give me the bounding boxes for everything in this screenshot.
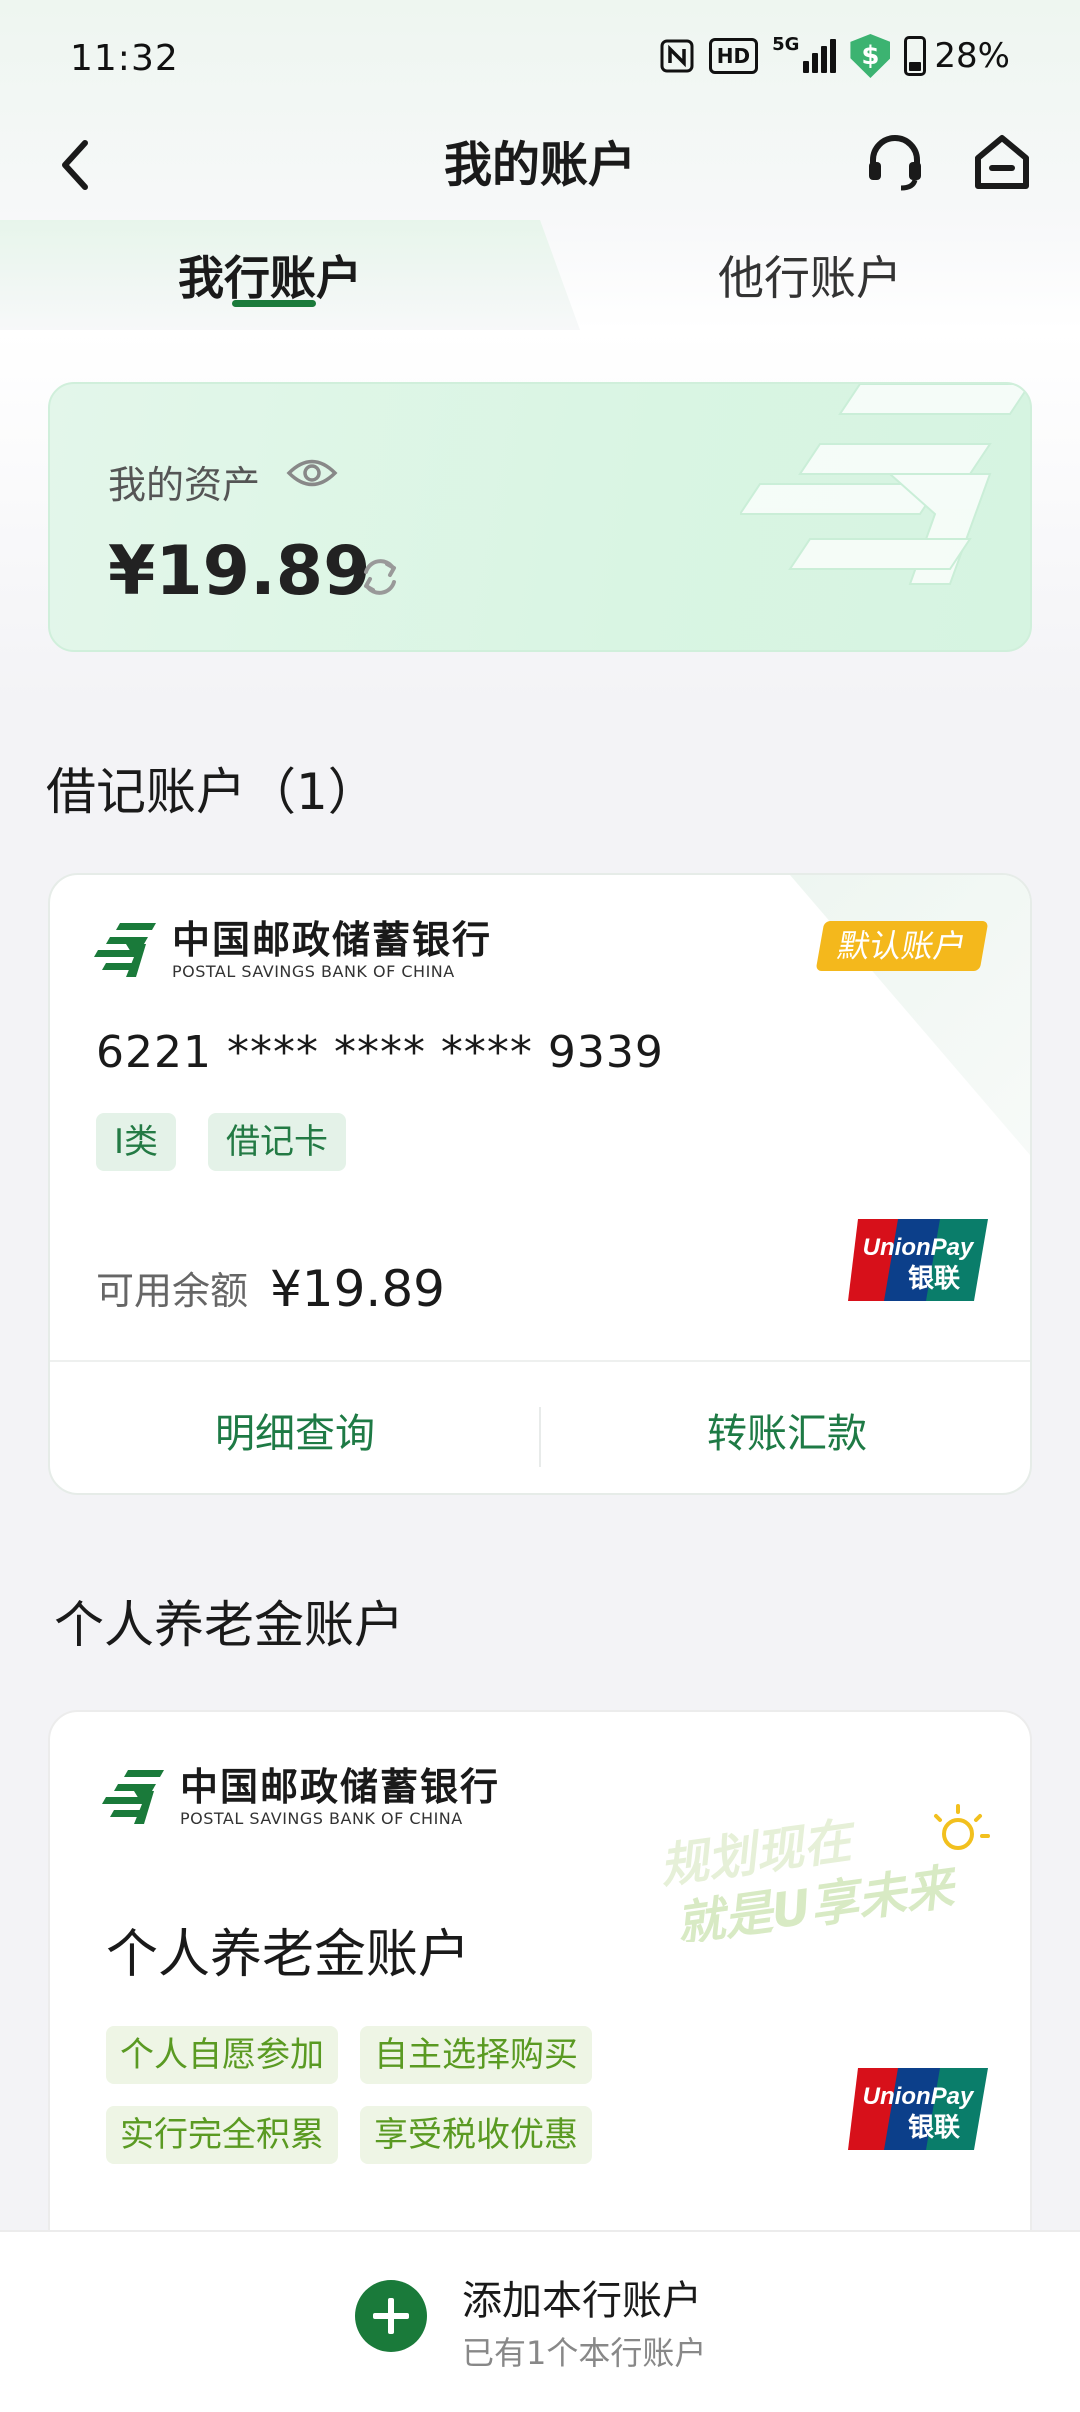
bank-name-en: POSTAL SAVINGS BANK OF CHINA xyxy=(172,962,455,981)
bank-name-cn: 中国邮政储蓄银行 xyxy=(172,918,493,962)
pension-tag: 实行完全积累 xyxy=(106,2106,338,2164)
card-decoration xyxy=(790,875,1030,1155)
pension-slogan-graphic: 规划现在 就是U享未来 xyxy=(658,1804,990,1942)
pension-tag: 享受税收优惠 xyxy=(360,2106,592,2164)
bank-logo: 中国邮政储蓄银行 POSTAL SAVINGS BANK OF CHINA xyxy=(102,1766,500,1830)
nfc-icon xyxy=(660,39,694,73)
svg-text:银联: 银联 xyxy=(908,2113,960,2143)
tab-own-bank-accounts[interactable]: 我行账户 xyxy=(100,220,440,330)
debit-section-title: 借记账户（1） xyxy=(46,763,378,821)
signal-icon xyxy=(803,39,837,73)
pension-section-title: 个人养老金账户 xyxy=(54,1596,404,1654)
account-tabs: 我行账户 他行账户 xyxy=(0,220,1080,330)
battery-percent: 28% xyxy=(934,36,1010,76)
svg-text:UnionPay: UnionPay xyxy=(863,1234,975,1261)
header: 我的账户 xyxy=(0,110,1080,220)
bank-logo: 中国邮政储蓄银行 POSTAL SAVINGS BANK OF CHINA xyxy=(94,919,492,983)
headset-icon xyxy=(869,135,921,191)
transaction-details-button[interactable]: 明细查询 xyxy=(50,1362,540,1493)
active-tab-indicator xyxy=(232,300,316,307)
svg-text:银联: 银联 xyxy=(908,1264,960,1294)
pension-tag: 自主选择购买 xyxy=(360,2026,592,2084)
svg-text:UnionPay: UnionPay xyxy=(863,2083,975,2110)
unionpay-logo-icon: UnionPay 银联 xyxy=(848,2068,988,2150)
refresh-icon[interactable] xyxy=(355,552,405,602)
home-button[interactable] xyxy=(962,122,1042,202)
pension-tag: 个人自愿参加 xyxy=(106,2026,338,2084)
default-account-badge: 默认账户 xyxy=(815,921,989,971)
status-time: 11:32 xyxy=(70,38,179,79)
action-separator xyxy=(539,1407,541,1467)
hd-icon: HD xyxy=(708,38,759,74)
add-account-title[interactable]: 添加本行账户 xyxy=(462,2268,702,2326)
assets-card: 我的资产 ¥19.89 xyxy=(48,382,1032,652)
card-class-tag: I类 xyxy=(96,1113,177,1171)
tab-other-bank-accounts[interactable]: 他行账户 xyxy=(640,220,980,330)
status-icons: HD 5G $ 28% xyxy=(659,34,1010,78)
balance-label: 可用余额 xyxy=(96,1269,249,1313)
postal-logo-icon xyxy=(94,923,156,977)
plus-circle-icon[interactable] xyxy=(355,2280,427,2352)
add-account-bar[interactable]: 添加本行账户 已有1个本行账户 xyxy=(0,2230,1080,2412)
debit-card[interactable]: 中国邮政储蓄银行 POSTAL SAVINGS BANK OF CHINA 默认… xyxy=(48,873,1032,1495)
status-bar: 11:32 HD 5G $ 28% xyxy=(0,0,1080,120)
eye-icon[interactable] xyxy=(286,450,338,496)
transfer-button[interactable]: 转账汇款 xyxy=(542,1362,1030,1493)
card-type-tag: 借记卡 xyxy=(208,1113,346,1171)
postal-logo-watermark-icon xyxy=(740,384,1030,585)
network-label: 5G xyxy=(772,34,800,55)
bank-name-cn: 中国邮政储蓄银行 xyxy=(180,1765,501,1809)
bank-name-en: POSTAL SAVINGS BANK OF CHINA xyxy=(180,1809,463,1828)
security-shield-icon: $ xyxy=(850,34,891,78)
card-number: 6221 **** **** **** 9339 xyxy=(96,1027,664,1078)
customer-service-button[interactable] xyxy=(855,122,935,202)
balance-value: ¥19.89 xyxy=(270,1260,445,1318)
assets-amount: ¥19.89 xyxy=(108,532,371,611)
home-icon xyxy=(975,135,1029,189)
assets-label: 我的资产 xyxy=(108,463,261,507)
unionpay-logo-icon: UnionPay 银联 xyxy=(848,1219,988,1301)
pension-account-title: 个人养老金账户 xyxy=(106,1925,471,1985)
battery-icon xyxy=(904,36,927,76)
sun-icon xyxy=(934,1804,990,1850)
account-count-subtitle: 已有1个本行账户 xyxy=(462,2334,707,2372)
postal-logo-icon xyxy=(102,1770,164,1824)
